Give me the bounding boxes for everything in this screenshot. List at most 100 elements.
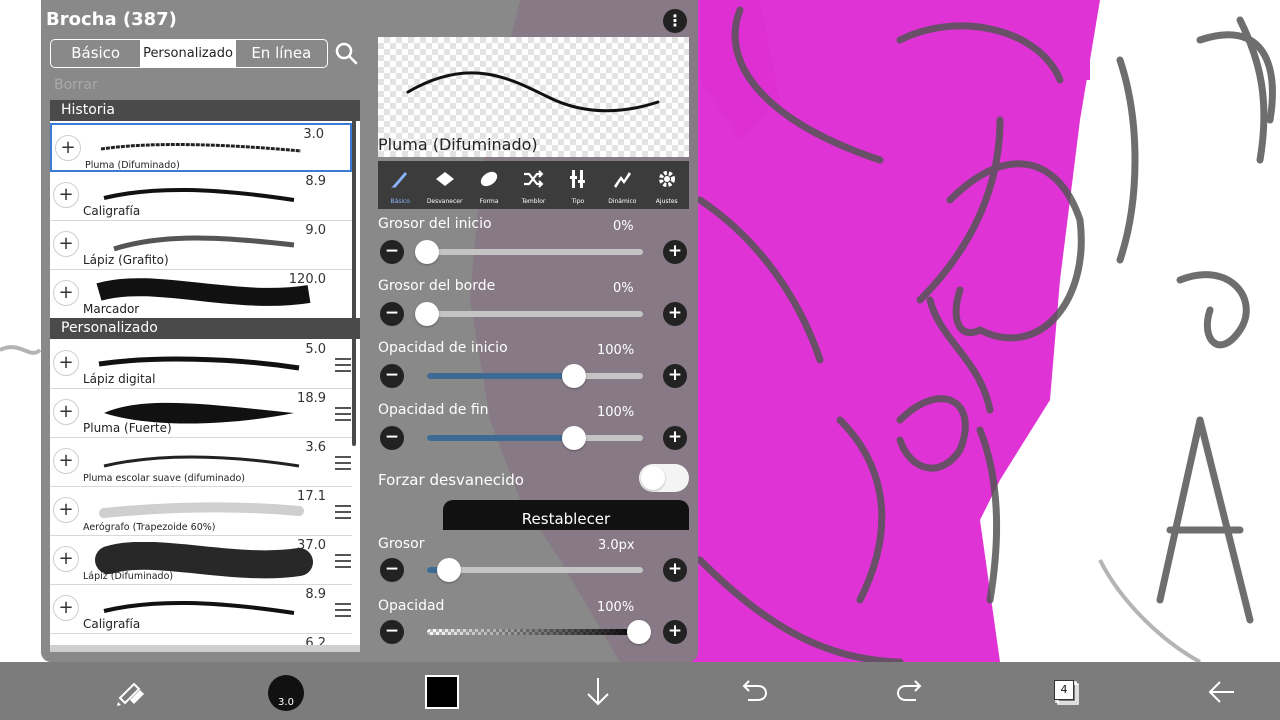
minus-icon[interactable]: − bbox=[380, 364, 404, 388]
start-thickness-slider[interactable] bbox=[415, 240, 643, 264]
brush-stroke-preview bbox=[100, 143, 302, 153]
start-opacity-slider[interactable] bbox=[427, 364, 643, 388]
drag-handle-icon[interactable] bbox=[335, 603, 351, 617]
brush-panel: Brocha (387) ⋮ Básico Personalizado En l… bbox=[41, 0, 698, 662]
drag-handle-icon[interactable] bbox=[335, 358, 351, 372]
minus-icon[interactable]: − bbox=[380, 426, 404, 450]
color-swatch[interactable] bbox=[425, 675, 459, 709]
brush-item[interactable]: + 18.9 Pluma (Fuerte) bbox=[50, 389, 352, 438]
edge-thickness-value: 0% bbox=[613, 281, 634, 296]
brush-category-tabs: Básico Personalizado En línea bbox=[50, 39, 328, 68]
brush-item[interactable]: + 17.1 Aerógrafo (Trapezoide 60%) bbox=[50, 487, 352, 536]
add-icon[interactable]: + bbox=[53, 350, 79, 376]
brush-size-indicator[interactable]: 3.0 bbox=[268, 675, 304, 711]
tab-basic[interactable]: Básico bbox=[51, 40, 142, 67]
tab-forma[interactable]: Forma bbox=[467, 161, 511, 209]
add-icon[interactable]: + bbox=[53, 182, 79, 208]
brush-item[interactable]: + 5.0 Lápiz digital bbox=[50, 340, 352, 389]
preview-brush-name: Pluma (Difuminado) bbox=[378, 135, 538, 154]
brush-name: Lápiz (Difuminado) bbox=[83, 571, 174, 582]
more-vert-icon[interactable]: ⋮ bbox=[663, 9, 687, 33]
tab-label: Desvanecer bbox=[426, 198, 463, 205]
add-icon[interactable]: + bbox=[53, 595, 79, 621]
brush-item[interactable]: + 37.0 Lápiz (Difuminado) bbox=[50, 536, 352, 585]
brush-name: Marcador bbox=[83, 302, 140, 316]
brush-item[interactable]: + 3.0 Pluma (Difuminado) bbox=[50, 123, 352, 172]
slider-thumb[interactable] bbox=[626, 620, 651, 644]
brush-item[interactable]: + 8.9 Caligrafía bbox=[50, 172, 352, 221]
erase-label[interactable]: Borrar bbox=[54, 77, 98, 93]
plus-icon[interactable]: + bbox=[663, 426, 687, 450]
shuffle-icon bbox=[524, 170, 544, 188]
slider-thumb[interactable] bbox=[415, 302, 439, 326]
thickness-slider[interactable] bbox=[427, 558, 643, 582]
plus-icon[interactable]: + bbox=[663, 364, 687, 388]
add-icon[interactable]: + bbox=[53, 231, 79, 257]
brush-size: 3.0 bbox=[303, 127, 324, 142]
fade-icon bbox=[435, 172, 454, 186]
brush-name: Lápiz (Grafito) bbox=[83, 253, 169, 267]
brush-preview: Pluma (Difuminado) bbox=[378, 37, 689, 157]
slider-fill bbox=[427, 435, 574, 441]
plus-icon[interactable]: + bbox=[663, 302, 687, 326]
drag-handle-icon[interactable] bbox=[335, 407, 351, 421]
add-icon[interactable]: + bbox=[53, 448, 79, 474]
pen-eraser-icon[interactable] bbox=[112, 662, 148, 720]
search-icon[interactable] bbox=[333, 40, 359, 66]
brush-icon bbox=[391, 172, 408, 188]
drag-handle-icon[interactable] bbox=[335, 505, 351, 519]
slider-thumb[interactable] bbox=[436, 558, 461, 582]
add-icon[interactable]: + bbox=[53, 497, 79, 523]
opacity-slider[interactable] bbox=[427, 620, 651, 644]
arrow-down-icon[interactable] bbox=[582, 662, 614, 720]
minus-icon[interactable]: − bbox=[380, 620, 404, 644]
reset-button[interactable]: Restablecer bbox=[443, 500, 689, 530]
add-icon[interactable]: + bbox=[53, 546, 79, 572]
undo-icon[interactable] bbox=[738, 662, 770, 720]
edge-thickness-label: Grosor del borde bbox=[378, 278, 496, 294]
redo-icon[interactable] bbox=[894, 662, 926, 720]
add-icon[interactable]: + bbox=[53, 280, 79, 306]
plus-icon[interactable]: + bbox=[663, 558, 687, 582]
drag-handle-icon[interactable] bbox=[335, 456, 351, 470]
tab-temblor[interactable]: Temblor bbox=[511, 161, 555, 209]
minus-icon[interactable]: − bbox=[380, 240, 404, 264]
plus-icon[interactable]: + bbox=[663, 240, 687, 264]
slider-thumb[interactable] bbox=[561, 364, 586, 388]
brush-item[interactable]: + 3.6 Pluma escolar suave (difuminado) bbox=[50, 438, 352, 487]
minus-icon[interactable]: − bbox=[380, 558, 404, 582]
tab-label: Ajustes bbox=[655, 198, 678, 205]
layer-count[interactable]: 4 bbox=[1054, 680, 1074, 700]
thickness-value: 3.0px bbox=[598, 538, 635, 553]
tab-tipo[interactable]: Tipo bbox=[556, 161, 600, 209]
tab-online[interactable]: En línea bbox=[236, 40, 327, 67]
list-scrollbar[interactable] bbox=[352, 106, 356, 446]
add-icon[interactable]: + bbox=[53, 399, 79, 425]
slider-thumb[interactable] bbox=[415, 240, 439, 264]
slider-thumb[interactable] bbox=[561, 426, 586, 450]
brush-item[interactable]: + 9.0 Lápiz (Grafito) bbox=[50, 221, 352, 270]
toggle-knob bbox=[641, 466, 665, 490]
drag-handle-icon[interactable] bbox=[335, 554, 351, 568]
end-opacity-slider[interactable] bbox=[427, 426, 643, 450]
brush-item[interactable]: + 8.9 Caligrafía bbox=[50, 585, 352, 634]
brush-name: Aerógrafo (Trapezoide 60%) bbox=[83, 522, 216, 533]
tab-ajustes[interactable]: Ajustes bbox=[645, 161, 689, 209]
brush-item[interactable]: + 120.0 Marcador bbox=[50, 270, 352, 319]
edge-thickness-slider[interactable] bbox=[415, 302, 643, 326]
tab-basico[interactable]: Básico bbox=[378, 161, 422, 209]
force-fade-toggle[interactable] bbox=[639, 464, 689, 492]
brush-size: 5.0 bbox=[305, 342, 326, 357]
tab-custom[interactable]: Personalizado bbox=[141, 40, 236, 67]
add-icon[interactable]: + bbox=[55, 135, 81, 161]
tab-desvanecer[interactable]: Desvanecer bbox=[422, 161, 466, 209]
minus-icon[interactable]: − bbox=[380, 302, 404, 326]
plus-icon[interactable]: + bbox=[663, 620, 687, 644]
bottom-toolbar bbox=[0, 662, 1280, 720]
brush-size: 37.0 bbox=[297, 538, 326, 553]
back-arrow-icon[interactable] bbox=[1204, 662, 1240, 720]
type-icon bbox=[569, 170, 585, 188]
tab-dinamico[interactable]: Dinámico bbox=[600, 161, 644, 209]
brush-list: Historia + 3.0 Pluma (Difuminado) + 8.9 … bbox=[50, 100, 360, 652]
start-thickness-value: 0% bbox=[613, 219, 634, 234]
